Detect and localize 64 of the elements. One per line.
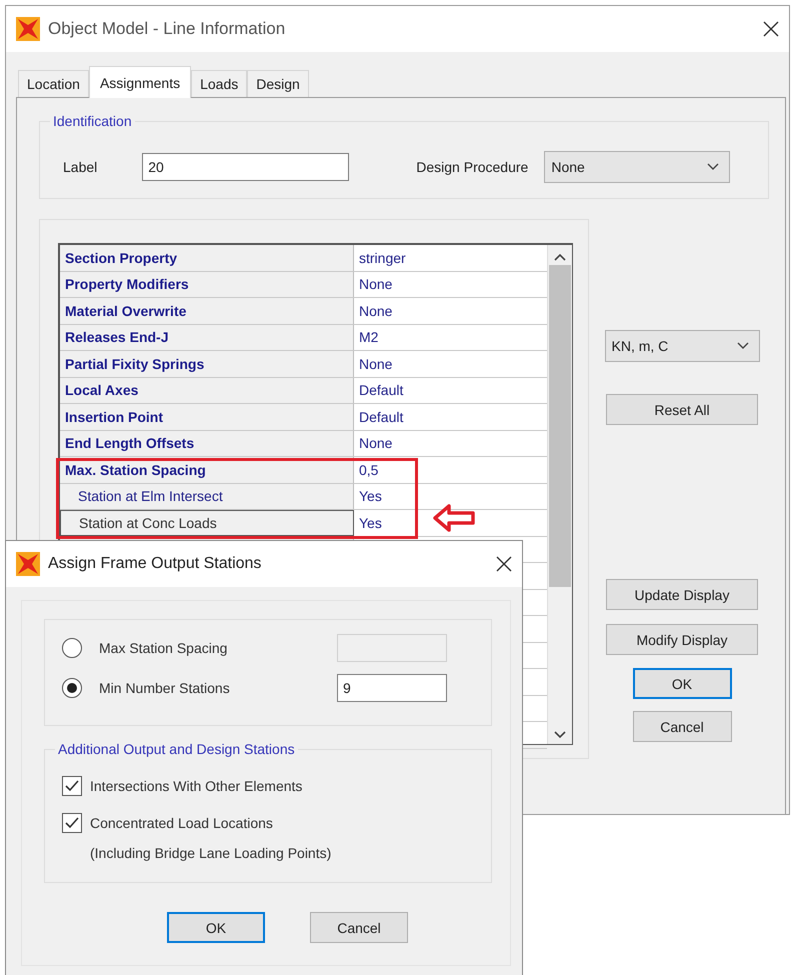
radio-button[interactable]	[62, 638, 82, 658]
property-value[interactable]: Default	[354, 404, 548, 430]
property-value[interactable]: Default	[354, 378, 548, 403]
property-name[interactable]: Station at Elm Intersect	[60, 484, 354, 509]
property-name[interactable]: Local Axes	[60, 378, 354, 403]
dialog-button[interactable]: OK	[632, 668, 732, 699]
property-name[interactable]: End Length Offsets	[60, 430, 354, 456]
tab[interactable]: Design	[247, 70, 309, 97]
option-label: Min Number Stations	[99, 680, 231, 696]
dialog-button[interactable]: Modify Display	[606, 624, 758, 655]
scrollbar[interactable]	[547, 245, 572, 744]
option-label: Max Station Spacing	[99, 640, 228, 656]
check-icon	[65, 817, 79, 829]
window-title: Object Model - Line Information	[48, 19, 286, 39]
dialog-button[interactable]: OK	[167, 912, 265, 943]
tab[interactable]: Loads	[191, 70, 248, 97]
scroll-up-icon[interactable]	[554, 253, 566, 261]
units-dropdown[interactable]: KN, m, C	[604, 330, 760, 362]
chevron-down-icon	[736, 342, 748, 350]
chevron-down-icon	[707, 163, 720, 171]
note-text: (Including Bridge Lane Loading Points)	[90, 845, 332, 861]
property-value[interactable]: None	[354, 351, 548, 376]
radio-button[interactable]	[62, 678, 82, 698]
property-name[interactable]: Releases End-J	[60, 324, 354, 350]
checkbox-label: Intersections With Other Elements	[90, 778, 302, 794]
field-label: Label	[63, 159, 98, 175]
property-name[interactable]: Partial Fixity Springs	[60, 351, 354, 376]
checkbox[interactable]	[62, 776, 82, 796]
property-name[interactable]: Property Modifiers	[60, 272, 354, 297]
dialog-button[interactable]: Reset All	[606, 394, 758, 425]
close-icon[interactable]	[496, 556, 512, 572]
checkbox-label: Concentrated Load Locations	[90, 815, 273, 831]
property-value[interactable]: Yes	[354, 484, 548, 509]
arrow-icon	[431, 503, 477, 533]
close-icon[interactable]	[763, 21, 779, 37]
scroll-down-icon[interactable]	[554, 731, 566, 739]
label-field[interactable]: 20	[142, 153, 350, 181]
tab[interactable]: Location	[18, 70, 89, 97]
checkbox[interactable]	[62, 813, 82, 833]
dialog-button[interactable]: Update Display	[606, 579, 758, 610]
property-name[interactable]: Material Overwrite	[60, 298, 354, 324]
input-field[interactable]: 9	[337, 674, 447, 702]
property-value[interactable]: None	[354, 272, 548, 297]
property-name[interactable]: Insertion Point	[60, 404, 354, 430]
property-value[interactable]: Yes	[354, 510, 548, 536]
group-legend: Identification	[50, 113, 135, 129]
app-logo-icon	[16, 552, 40, 576]
check-icon	[65, 780, 79, 792]
property-value[interactable]: M2	[354, 324, 548, 350]
property-name[interactable]: Station at Conc Loads	[60, 510, 354, 536]
dialog-title: Assign Frame Output Stations	[48, 555, 262, 573]
dialog-button[interactable]: Cancel	[632, 711, 732, 742]
property-name[interactable]: Section Property	[60, 245, 354, 270]
design-procedure-dropdown[interactable]: None	[544, 151, 730, 183]
tab[interactable]: Assignments	[88, 66, 192, 98]
property-value[interactable]: 0,5	[354, 457, 548, 482]
property-value[interactable]: None	[354, 430, 548, 456]
field-label: Design Procedure	[416, 159, 528, 175]
dialog-button[interactable]: Cancel	[310, 912, 408, 943]
property-value[interactable]: stringer	[354, 245, 548, 270]
app-logo-icon	[16, 17, 40, 41]
property-value[interactable]: None	[354, 298, 548, 324]
input-field[interactable]	[337, 634, 447, 662]
group-legend: Additional Output and Design Stations	[55, 741, 298, 757]
